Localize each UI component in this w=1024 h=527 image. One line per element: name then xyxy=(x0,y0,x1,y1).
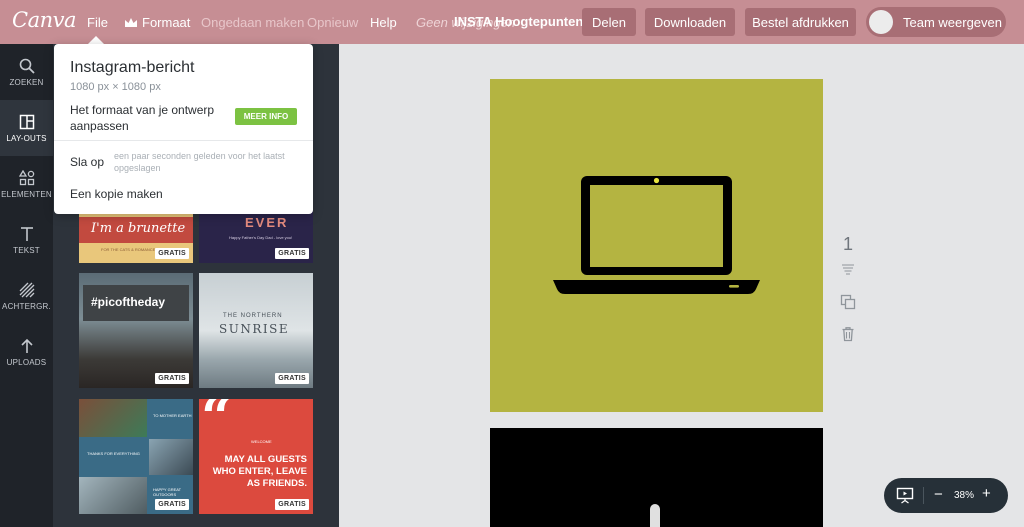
free-badge: GRATIS xyxy=(275,373,309,384)
rail-item-text[interactable]: TEKST xyxy=(0,212,53,268)
quote-mark: “ xyxy=(201,399,233,449)
rail-label: TEKST xyxy=(13,245,40,255)
template-tile[interactable]: #picoftheday GRATIS xyxy=(79,273,193,388)
more-info-button[interactable]: MEER INFO xyxy=(235,108,297,125)
help-menu[interactable]: Help xyxy=(370,15,397,30)
template-tile[interactable]: THE NORTHERN SUNRISE GRATIS xyxy=(199,273,313,388)
format-label: Formaat xyxy=(142,15,191,30)
rail-label: ZOEKEN xyxy=(9,77,44,87)
canva-logo[interactable]: Canva xyxy=(12,8,77,32)
rail-label: LAY-OUTS xyxy=(6,133,47,143)
template-caption: THANKS FOR EVERYTHING xyxy=(87,451,140,456)
design-page-1[interactable] xyxy=(490,79,823,412)
free-badge: GRATIS xyxy=(275,248,309,259)
template-title: EVER xyxy=(245,215,289,230)
team-button[interactable]: Team weergeven xyxy=(866,7,1006,37)
left-rail: ZOEKEN LAY-OUTS ELEMENTEN TEKST ACHTERGR… xyxy=(0,44,53,527)
rail-item-elements[interactable]: ELEMENTEN xyxy=(0,156,53,212)
team-label: Team weergeven xyxy=(903,14,1002,30)
file-menu-caret xyxy=(88,36,104,44)
text-icon xyxy=(20,226,33,241)
move-down-icon[interactable] xyxy=(840,262,856,278)
design-element xyxy=(650,504,660,527)
template-photo xyxy=(149,439,193,475)
file-dropdown: Instagram-bericht 1080 px × 1080 px Het … xyxy=(54,44,313,214)
crown-icon xyxy=(125,17,137,27)
template-caption: TO MOTHER EARTH xyxy=(153,413,192,418)
free-badge: GRATIS xyxy=(155,373,189,384)
rail-label: ACHTERGR. xyxy=(2,301,51,311)
format-menu[interactable]: Formaat xyxy=(124,15,190,30)
template-title: SUNRISE xyxy=(219,322,290,336)
rail-label: UPLOADS xyxy=(6,357,47,367)
design-dimensions: 1080 px × 1080 px xyxy=(70,81,161,93)
zoom-in-button[interactable]: + xyxy=(982,485,991,502)
present-icon[interactable] xyxy=(896,487,914,504)
free-badge: GRATIS xyxy=(275,499,309,510)
last-saved-note: een paar seconden geleden voor het laats… xyxy=(114,151,285,173)
rail-label: ELEMENTEN xyxy=(1,189,52,199)
dropdown-divider xyxy=(54,140,313,141)
design-page-2[interactable] xyxy=(490,428,823,527)
laptop-icon[interactable] xyxy=(553,173,760,295)
share-button[interactable]: Delen xyxy=(582,8,636,36)
page-number: 1 xyxy=(843,234,854,254)
template-caption: HAPPY GREAT OUTDOORS xyxy=(153,487,182,497)
zoom-divider xyxy=(923,487,924,504)
layouts-icon xyxy=(19,114,34,129)
free-badge: GRATIS xyxy=(155,248,189,259)
make-copy-item[interactable]: Een kopie maken xyxy=(70,187,163,201)
template-title: MAY ALL GUESTS WHO ENTER, LEAVE AS FRIEN… xyxy=(212,454,307,489)
top-bar: Canva File Formaat Ongedaan maken Opnieu… xyxy=(0,0,1024,44)
search-icon xyxy=(19,58,35,74)
template-photo xyxy=(79,399,147,437)
template-title: #picoftheday xyxy=(91,295,166,309)
upload-icon xyxy=(20,338,33,353)
zoom-level[interactable]: 38% xyxy=(954,490,974,501)
redo-button[interactable]: Opnieuw xyxy=(307,15,358,30)
duplicate-page-icon[interactable] xyxy=(840,294,856,310)
avatar xyxy=(869,10,893,34)
template-subtitle: WELCOME xyxy=(251,439,272,444)
template-title: I'm a brunette xyxy=(91,221,186,236)
zoom-out-button[interactable]: − xyxy=(934,486,943,503)
rail-item-search[interactable]: ZOEKEN xyxy=(0,44,53,100)
free-badge: GRATIS xyxy=(155,499,189,510)
zoom-control: − 38% + xyxy=(884,478,1008,513)
document-title[interactable]: INSTA Hoogtepunten xyxy=(454,14,583,29)
template-tile[interactable]: TO MOTHER EARTH THANKS FOR EVERYTHING HA… xyxy=(79,399,193,514)
rail-item-background[interactable]: ACHTERGR. xyxy=(0,268,53,324)
template-subtitle: FOR THE CATS & ROMANCE xyxy=(101,247,156,252)
template-photo xyxy=(79,477,147,514)
file-menu[interactable]: File xyxy=(87,15,108,30)
trash-icon[interactable] xyxy=(840,326,856,342)
rail-item-layouts[interactable]: LAY-OUTS xyxy=(0,100,53,156)
elements-icon xyxy=(18,169,34,185)
template-tile[interactable]: “ WELCOME MAY ALL GUESTS WHO ENTER, LEAV… xyxy=(199,399,313,514)
download-button[interactable]: Downloaden xyxy=(645,8,735,36)
template-subtitle: Happy Father's Day Dad - love you! xyxy=(229,235,293,240)
design-type-title: Instagram-bericht xyxy=(70,59,195,76)
template-subtitle: THE NORTHERN xyxy=(223,313,283,319)
resize-design-item[interactable]: Het formaat van je ontwerp aanpassen xyxy=(70,102,230,134)
undo-button[interactable]: Ongedaan maken xyxy=(201,15,304,30)
background-icon xyxy=(19,282,34,297)
save-item[interactable]: Sla op xyxy=(70,155,104,169)
order-prints-button[interactable]: Bestel afdrukken xyxy=(745,8,856,36)
rail-item-uploads[interactable]: UPLOADS xyxy=(0,324,53,380)
